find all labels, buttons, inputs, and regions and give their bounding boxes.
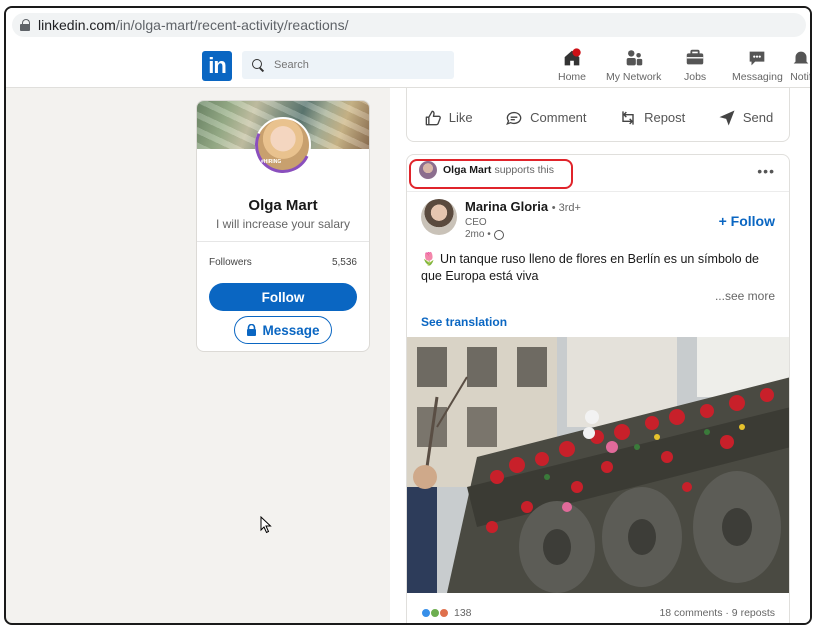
follow-button[interactable]: Follow [209, 283, 357, 311]
comment-icon [506, 111, 522, 125]
reactions-summary[interactable]: 138 [421, 607, 472, 619]
connection-degree: • 3rd+ [551, 202, 581, 214]
nav-jobs[interactable]: Jobs [684, 47, 706, 83]
chat-icon [750, 51, 765, 66]
divider [197, 241, 369, 242]
followers-count: 5,536 [331, 257, 357, 268]
divider [407, 191, 789, 192]
network-icon [626, 50, 642, 66]
nav-home[interactable]: Home [558, 47, 586, 83]
top-nav: in Home My Network Jobs Messaging Notif [6, 42, 810, 88]
nav-my-network[interactable]: My Network [606, 47, 661, 83]
comments-reposts-count[interactable]: 18 comments · 9 reposts [659, 607, 775, 619]
search-input[interactable] [274, 59, 444, 71]
send-icon [719, 110, 735, 125]
nav-notifications[interactable]: Notif [790, 47, 810, 83]
followers-row: Followers 5,536 [209, 257, 357, 268]
post-stats: 138 18 comments · 9 reposts [407, 593, 789, 623]
address-bar: linkedin.com/in/olga-mart/recent-activit… [6, 8, 810, 42]
see-translation-link[interactable]: See translation [421, 315, 507, 329]
globe-icon [493, 229, 504, 240]
red-highlight-annotation [409, 159, 573, 189]
search-icon [252, 59, 264, 71]
lock-icon [247, 324, 257, 336]
like-button[interactable]: Like [423, 108, 473, 128]
post-text: 🌷 Un tanque ruso lleno de flores en Berl… [421, 252, 759, 283]
nav-messaging[interactable]: Messaging [732, 47, 783, 83]
mouse-cursor-icon [260, 516, 272, 534]
post-image[interactable] [407, 337, 790, 593]
message-button[interactable]: Message [234, 316, 332, 344]
author-name[interactable]: Marina Gloria [465, 199, 548, 214]
message-label: Message [262, 322, 320, 338]
browser-window: linkedin.com/in/olga-mart/recent-activit… [4, 6, 812, 625]
feed-post: Olga Mart supports this ••• Marina Glori… [406, 154, 790, 623]
post-action-bar: Like Comment Repost Send [406, 88, 790, 142]
url-text: linkedin.com/in/olga-mart/recent-activit… [38, 17, 349, 33]
url-field[interactable]: linkedin.com/in/olga-mart/recent-activit… [12, 13, 806, 37]
hiring-badge: #HIRING [261, 159, 282, 165]
repost-icon [622, 110, 634, 125]
post-time: 2mo • [465, 229, 504, 240]
reactions-count: 138 [454, 607, 472, 619]
thumbs-up-icon [425, 110, 441, 125]
love-reaction-icon [439, 608, 449, 618]
comment-button[interactable]: Comment [504, 108, 587, 128]
see-more-link[interactable]: ...see more [715, 289, 775, 303]
linkedin-logo[interactable]: in [202, 51, 232, 81]
bell-icon [793, 51, 809, 64]
send-button[interactable]: Send [717, 108, 773, 128]
profile-card: #HIRING Olga Mart I will increase your s… [196, 100, 370, 352]
profile-avatar[interactable]: #HIRING [247, 109, 319, 181]
repost-button[interactable]: Repost [618, 108, 685, 128]
home-icon [564, 48, 581, 66]
profile-name[interactable]: Olga Mart [197, 197, 369, 214]
profile-headline: I will increase your salary [215, 217, 351, 231]
author-avatar[interactable] [421, 199, 457, 235]
author-role: CEO [465, 217, 487, 228]
lock-icon [20, 19, 30, 31]
briefcase-icon [686, 49, 704, 65]
follow-author-button[interactable]: + Follow [719, 213, 775, 229]
author-line: Marina Gloria • 3rd+ [465, 199, 581, 214]
more-options-icon[interactable]: ••• [757, 163, 775, 179]
followers-label: Followers [209, 257, 252, 268]
search-box[interactable] [242, 51, 454, 79]
